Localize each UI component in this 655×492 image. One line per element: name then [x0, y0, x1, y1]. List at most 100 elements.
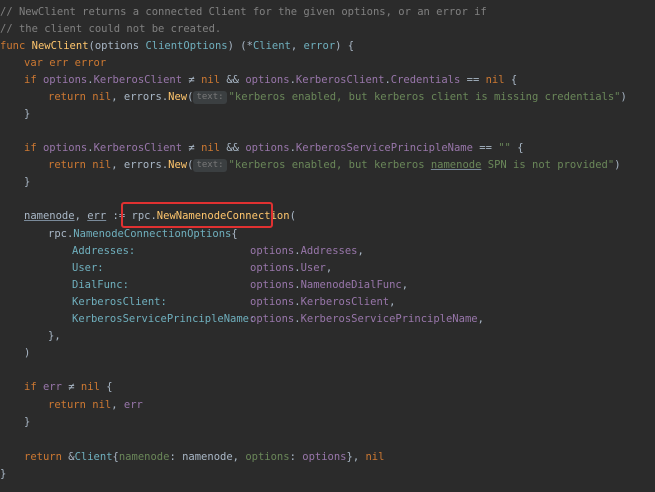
string-literal: SPN is not provided" — [481, 159, 615, 171]
punct: , — [401, 279, 409, 291]
function-call[interactable]: New — [168, 159, 187, 171]
highlight-box — [121, 202, 273, 228]
typo-underlined-word[interactable]: namenode — [431, 159, 482, 171]
punct: ) — [620, 91, 627, 103]
keyword: nil — [201, 74, 221, 86]
function-call[interactable]: New — [168, 91, 187, 103]
field: KerberosClient — [300, 296, 390, 308]
code-line-3: func NewClient(options ClientOptions) (*… — [0, 38, 354, 55]
field-key: User: — [72, 262, 104, 274]
type-name[interactable]: Client — [75, 451, 113, 463]
field-key: Addresses: — [72, 245, 136, 257]
operator: && — [220, 74, 246, 86]
code-line-4: var err error — [24, 55, 106, 72]
field: NamenodeDialFunc — [300, 279, 402, 291]
code-editor[interactable]: // NewClient returns a connected Client … — [0, 0, 655, 492]
code-line-1: // NewClient returns a connected Client … — [0, 4, 487, 21]
punct: { — [231, 228, 238, 240]
code-line-20: if err ≠ nil { — [24, 379, 113, 396]
keyword: if — [24, 381, 37, 393]
field-key: options — [245, 451, 290, 463]
identifier: options — [250, 279, 295, 291]
operator: ≠ — [61, 381, 81, 393]
keyword: return — [48, 399, 86, 411]
code-line-10: } — [24, 174, 30, 191]
field: KerberosClient — [295, 74, 385, 86]
code-line-18: }, — [48, 328, 61, 345]
keyword: nil — [485, 74, 505, 86]
comment: // NewClient returns a connected Client … — [0, 6, 487, 18]
comment: // the client could not be created. — [0, 23, 222, 35]
type-name[interactable]: ClientOptions — [145, 40, 227, 52]
type-name[interactable]: error — [304, 40, 336, 52]
punct: ) — [614, 159, 621, 171]
field: Credentials — [390, 74, 461, 86]
punct: ) { — [335, 40, 355, 52]
identifier: options — [250, 245, 295, 257]
field-key: KerberosServicePrincipleName: — [72, 313, 256, 325]
keyword: nil — [92, 399, 112, 411]
keyword: nil — [201, 142, 221, 154]
type-name: error — [74, 57, 107, 69]
brace: } — [24, 416, 31, 428]
type-name[interactable]: Client — [253, 40, 291, 52]
param-name: options — [94, 40, 140, 52]
punct: { — [99, 381, 113, 393]
function-name[interactable]: NewClient — [32, 40, 89, 52]
field-key: KerberosClient: — [72, 296, 167, 308]
identifier: options — [250, 262, 295, 274]
field: KerberosServicePrincipleName — [295, 142, 473, 154]
code-line-12: rpc.NamenodeConnectionOptions{ — [48, 226, 238, 243]
field: Addresses — [300, 245, 358, 257]
keyword: return — [48, 159, 86, 171]
operator: ≠ — [182, 74, 202, 86]
brace: } — [24, 108, 31, 120]
punct: , — [111, 399, 124, 411]
string-literal: "kerberos enabled, but kerberos client i… — [228, 91, 621, 103]
package: errors — [123, 159, 162, 171]
punct: : — [169, 451, 183, 463]
field-key: DialFunc: — [72, 279, 129, 291]
field-key: namenode — [118, 451, 170, 463]
code-line-5: if options.KerberosClient ≠ nil && optio… — [24, 72, 517, 89]
var-name[interactable]: err — [87, 210, 106, 222]
var-name[interactable]: namenode — [24, 210, 75, 222]
identifier: options — [302, 451, 347, 463]
keyword: return — [48, 91, 86, 103]
keyword: var — [24, 57, 43, 69]
var-name: err — [49, 57, 69, 69]
keyword: func — [0, 40, 26, 52]
code-line-24: } — [0, 466, 6, 483]
struct-field-row: DialFunc: options.NamenodeDialFunc, — [72, 277, 408, 294]
code-line-21: return nil, err — [48, 397, 143, 414]
operator: ≠ — [182, 142, 202, 154]
identifier: options — [250, 296, 295, 308]
keyword: return — [24, 451, 62, 463]
punct: , — [74, 210, 88, 222]
identifier: options — [250, 313, 295, 325]
parameter-hint: text: — [193, 90, 227, 104]
punct: , — [477, 313, 484, 325]
punct: : — [289, 451, 303, 463]
brace: }, — [48, 330, 61, 342]
identifier: options — [245, 142, 290, 154]
punct: , — [389, 296, 396, 308]
punct: , — [290, 40, 304, 52]
code-line-7: } — [24, 106, 30, 123]
paren: ) — [24, 347, 31, 359]
type-name[interactable]: NamenodeConnectionOptions — [73, 228, 231, 240]
var-name: err — [123, 399, 143, 411]
struct-field-row: User: options.User, — [72, 260, 332, 277]
field: KerberosClient — [93, 74, 183, 86]
var-name: err — [42, 381, 62, 393]
identifier: options — [42, 74, 88, 86]
brace: } — [0, 468, 7, 480]
code-line-2: // the client could not be created. — [0, 21, 221, 38]
string-literal: "kerberos enabled, but kerberos — [228, 159, 431, 171]
code-line-23: return &Client{namenode: namenode, optio… — [24, 449, 384, 466]
keyword: nil — [92, 159, 112, 171]
punct: , — [111, 91, 124, 103]
operator: == — [472, 142, 499, 154]
punct: , — [357, 245, 364, 257]
code-line-8: if options.KerberosClient ≠ nil && optio… — [24, 140, 524, 157]
